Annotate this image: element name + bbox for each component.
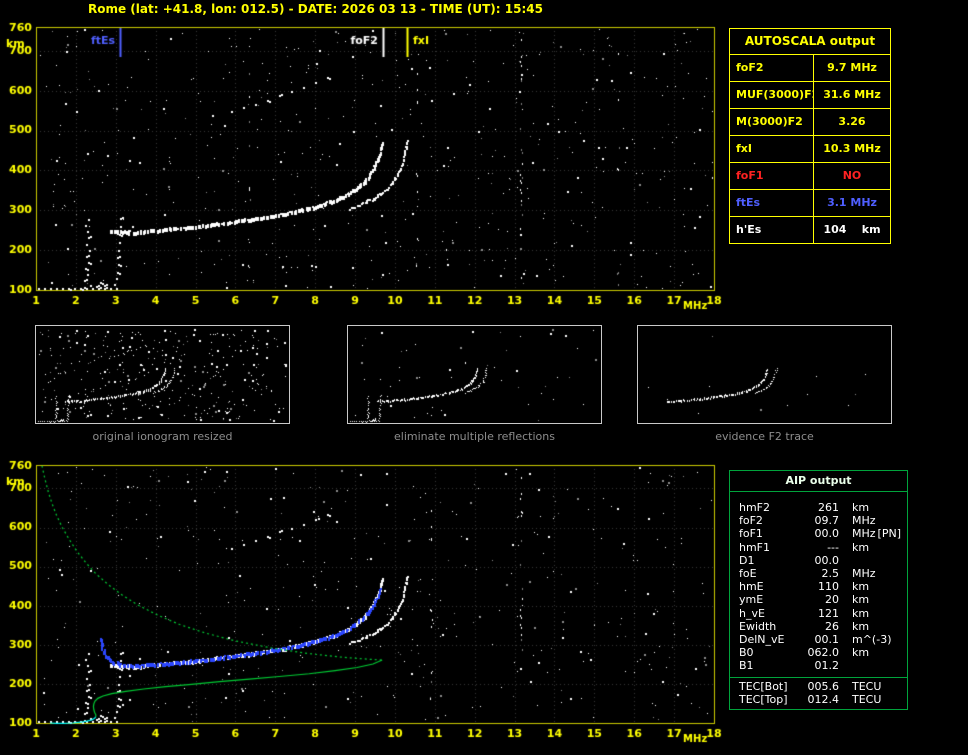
autoscala-row-M(3000)F2: M(3000)F2 3.26 bbox=[730, 108, 890, 135]
thumbnail-eliminate-multiples bbox=[347, 325, 602, 424]
aip-name: B1 bbox=[739, 659, 754, 673]
aip-val: 121 bbox=[818, 606, 839, 620]
aip-val: 26 bbox=[825, 619, 839, 633]
autoscala-param-label: ftEs bbox=[730, 190, 814, 216]
aip-table-title: AIP output bbox=[730, 471, 907, 492]
autoscala-param-label: foF1 bbox=[730, 163, 814, 189]
autoscala-param-label: foF2 bbox=[730, 55, 814, 81]
aip-name: hmE bbox=[739, 580, 764, 594]
aip-unit: TECU bbox=[852, 692, 882, 706]
autoscala-param-value: 31.6 MHz bbox=[823, 88, 881, 101]
autoscala-param-value: 10.3 MHz bbox=[823, 142, 881, 155]
autoscala-row-h'Es: h'Es 104 km bbox=[730, 216, 890, 243]
aip-unit: m^(-3) bbox=[852, 633, 892, 647]
autoscala-row-MUF(3000)F2: MUF(3000)F2 31.6 MHz bbox=[730, 81, 890, 108]
autoscala-param-value: NO bbox=[842, 169, 862, 182]
aip-name: Ewidth bbox=[739, 619, 777, 633]
aip-name: DelN_vE bbox=[739, 633, 785, 647]
aip-name: D1 bbox=[739, 553, 755, 567]
aip-name: foF1 bbox=[739, 527, 763, 541]
aip-row-hmF2: hmF2 261 km bbox=[730, 501, 907, 514]
aip-unit: km bbox=[852, 540, 870, 554]
aip-val: 012.4 bbox=[807, 692, 840, 706]
aip-val: 2.5 bbox=[821, 567, 840, 581]
aip-row-hmF1: hmF1 --- km bbox=[730, 541, 907, 554]
autoscala-output-table: AUTOSCALA output foF2 9.7 MHz MUF(3000)F2 3… bbox=[729, 28, 891, 244]
aip-note: [PN] bbox=[877, 527, 901, 541]
autoscala-param-value: 104 km bbox=[823, 223, 881, 236]
aip-name: ymE bbox=[739, 593, 764, 607]
station-title: Rome (lat: +41.8, lon: 012.5) - DATE: 20… bbox=[88, 2, 543, 16]
autoscala-row-foF2: foF2 9.7 MHz bbox=[730, 55, 890, 81]
autoscala-row-ftEs: ftEs 3.1 MHz bbox=[730, 189, 890, 216]
aip-val: 261 bbox=[818, 501, 839, 514]
autoscala-app: Rome (lat: +41.8, lon: 012.5) - DATE: 20… bbox=[0, 0, 968, 755]
aip-row-Ewidth: Ewidth 26 km bbox=[730, 620, 907, 633]
aip-val: 00.0 bbox=[814, 553, 840, 567]
aip-val: --- bbox=[827, 540, 839, 554]
aip-row-B0: B0 062.0 km bbox=[730, 646, 907, 659]
autoscala-param-label: M(3000)F2 bbox=[730, 109, 814, 135]
autoscala-row-foF1: foF1 NO bbox=[730, 162, 890, 189]
aip-val: 00.0 bbox=[814, 527, 840, 541]
aip-tec-rows: TEC[Bot] 005.6 TECU TEC[Top] 012.4 TECU bbox=[730, 676, 907, 709]
aip-val: 00.1 bbox=[814, 633, 840, 647]
thumbnail-caption-1: eliminate multiple reflections bbox=[394, 430, 555, 443]
thumbnail-caption-0: original ionogram resized bbox=[92, 430, 233, 443]
aip-name: TEC[Top] bbox=[739, 692, 788, 706]
aip-unit: MHz bbox=[852, 567, 876, 581]
aip-row-DelN_vE: DelN_vE 00.1 m^(-3) bbox=[730, 633, 907, 646]
aip-row-TEC[Bot]: TEC[Bot] 005.6 TECU bbox=[730, 680, 907, 693]
aip-val: 110 bbox=[818, 580, 839, 594]
aip-val: 09.7 bbox=[814, 514, 840, 528]
aip-name: hmF2 bbox=[739, 501, 771, 514]
aip-unit: MHz bbox=[852, 527, 876, 541]
aip-unit: MHz bbox=[852, 514, 876, 528]
main-ionogram-canvas bbox=[0, 22, 730, 314]
aip-row-TEC[Top]: TEC[Top] 012.4 TECU bbox=[730, 693, 907, 706]
autoscala-param-value: 3.26 bbox=[838, 115, 866, 128]
thumbnail-evidence-f2-trace bbox=[637, 325, 892, 424]
aip-row-D1: D1 00.0 bbox=[730, 554, 907, 567]
aip-unit: km bbox=[852, 501, 870, 514]
autoscala-param-label: h'Es bbox=[730, 217, 814, 243]
aip-val: 20 bbox=[825, 593, 839, 607]
aip-unit: km bbox=[852, 593, 870, 607]
aip-unit: km bbox=[852, 646, 870, 660]
aip-unit bbox=[839, 554, 852, 567]
aip-name: h_vE bbox=[739, 606, 765, 620]
aip-unit: TECU bbox=[852, 679, 882, 693]
autoscala-table-title: AUTOSCALA output bbox=[730, 29, 890, 55]
aip-row-foF2: foF2 09.7 MHz bbox=[730, 514, 907, 527]
autoscala-table-rows: foF2 9.7 MHz MUF(3000)F2 31.6 MHz M(3000)F2 3… bbox=[730, 55, 890, 243]
aip-unit: km bbox=[852, 606, 870, 620]
autoscala-param-value: 3.1 MHz bbox=[827, 196, 877, 209]
aip-output-table: AIP output hmF2 261 km foF2 09.7 MHz foF1 00.0 M… bbox=[729, 470, 908, 711]
profile-ionogram-canvas bbox=[0, 460, 730, 755]
aip-val: 005.6 bbox=[807, 679, 840, 693]
aip-unit bbox=[839, 659, 852, 672]
aip-row-hmE: hmE 110 km bbox=[730, 580, 907, 593]
aip-name: foF2 bbox=[739, 514, 763, 528]
autoscala-param-value: 9.7 MHz bbox=[827, 61, 877, 74]
aip-table-rows: hmF2 261 km foF2 09.7 MHz foF1 00.0 MHz [PN] hmF1-… bbox=[730, 492, 907, 675]
aip-name: TEC[Bot] bbox=[739, 679, 788, 693]
aip-name: foE bbox=[739, 567, 757, 581]
aip-unit: km bbox=[852, 619, 870, 633]
thumbnail-original-ionogram bbox=[35, 325, 290, 424]
aip-name: hmF1 bbox=[739, 540, 771, 554]
autoscala-param-label: fxI bbox=[730, 136, 814, 162]
aip-unit: km bbox=[852, 580, 870, 594]
thumbnail-caption-2: evidence F2 trace bbox=[715, 430, 814, 443]
aip-row-foE: foE 2.5 MHz bbox=[730, 567, 907, 580]
aip-val: 01.2 bbox=[814, 659, 840, 673]
aip-row-foF1: foF1 00.0 MHz [PN] bbox=[730, 527, 907, 540]
autoscala-row-fxI: fxI 10.3 MHz bbox=[730, 135, 890, 162]
autoscala-param-label: MUF(3000)F2 bbox=[730, 82, 814, 108]
aip-row-B1: B1 01.2 bbox=[730, 659, 907, 672]
aip-row-h_vE: h_vE 121 km bbox=[730, 607, 907, 620]
aip-row-ymE: ymE 20 km bbox=[730, 593, 907, 606]
aip-name: B0 bbox=[739, 646, 754, 660]
aip-val: 062.0 bbox=[807, 646, 840, 660]
